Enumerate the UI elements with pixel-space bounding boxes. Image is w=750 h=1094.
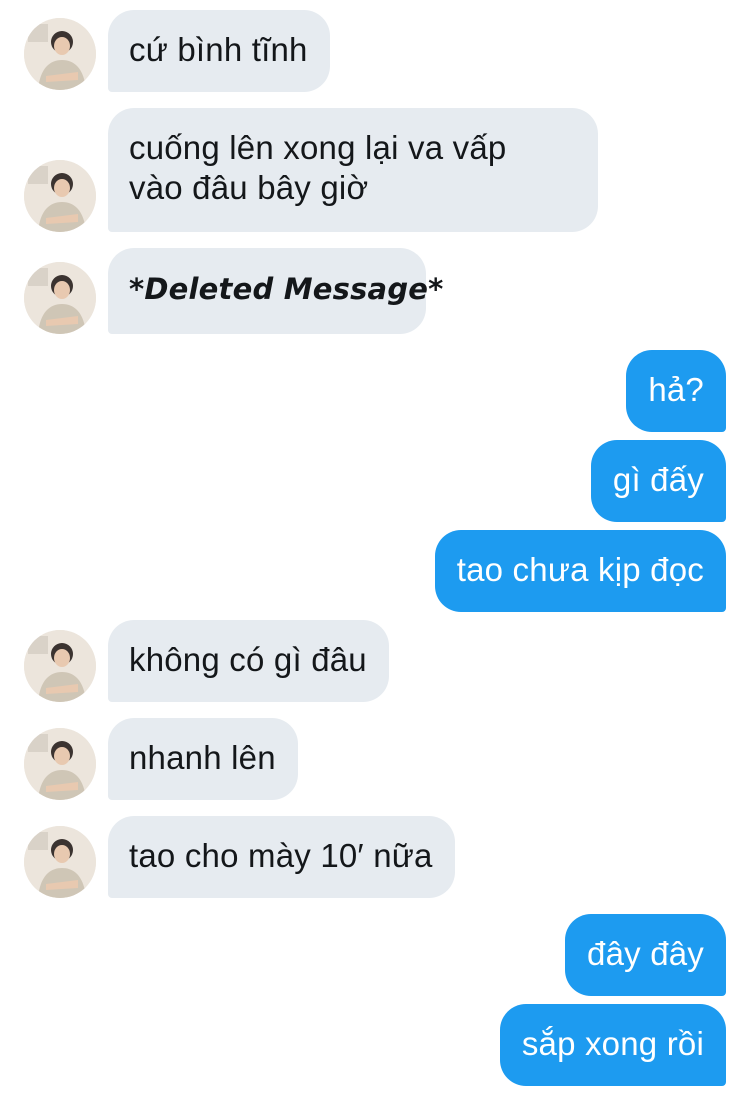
message-row: không có gì đâu: [0, 620, 750, 702]
avatar[interactable]: [24, 160, 96, 232]
deleted-message-bubble[interactable]: *Deleted Message*: [108, 248, 443, 334]
message-text: gì đấy: [612, 461, 704, 498]
outgoing-message-bubble[interactable]: sắp xong rồi: [499, 1004, 726, 1086]
message-row: tao cho mày 10′ nữa: [0, 816, 750, 898]
chat-thread: cứ bình tĩnh cuống lên xong lại va vấp v…: [0, 0, 750, 1094]
avatar-photo-icon: [24, 18, 96, 90]
avatar[interactable]: [24, 262, 96, 334]
avatar-photo-icon: [24, 826, 96, 898]
avatar[interactable]: [24, 826, 96, 898]
outgoing-message-bubble[interactable]: đây đây: [565, 914, 726, 996]
message-text: sắp xong rồi: [521, 1025, 704, 1062]
message-text: cứ bình tĩnh: [129, 31, 308, 68]
avatar-photo-icon: [24, 630, 96, 702]
message-row: gì đấy: [0, 440, 750, 522]
message-row: cuống lên xong lại va vấp vào đâu bây gi…: [0, 108, 750, 232]
deleted-message-text: *Deleted Message*: [129, 272, 444, 306]
avatar-photo-icon: [24, 262, 96, 334]
avatar[interactable]: [24, 728, 96, 800]
avatar-photo-icon: [24, 160, 96, 232]
message-row: sắp xong rồi: [0, 1004, 750, 1086]
incoming-message-bubble[interactable]: nhanh lên: [108, 718, 298, 800]
message-text: nhanh lên: [129, 739, 276, 776]
outgoing-message-bubble[interactable]: hả?: [626, 350, 726, 432]
message-row: đây đây: [0, 914, 750, 996]
avatar[interactable]: [24, 630, 96, 702]
message-row: *Deleted Message*: [0, 248, 750, 334]
message-text: hả?: [648, 371, 704, 408]
avatar[interactable]: [24, 18, 96, 90]
outgoing-message-bubble[interactable]: gì đấy: [590, 440, 726, 522]
message-row: cứ bình tĩnh: [0, 10, 750, 92]
message-text-line: cuống lên xong lại va vấp: [129, 129, 507, 166]
message-text: tao chưa kịp đọc: [456, 551, 704, 588]
avatar-photo-icon: [24, 728, 96, 800]
message-row: hả?: [0, 350, 750, 432]
message-text: không có gì đâu: [129, 641, 367, 678]
outgoing-message-bubble[interactable]: tao chưa kịp đọc: [434, 530, 726, 612]
message-row: tao chưa kịp đọc: [0, 530, 750, 612]
incoming-message-bubble[interactable]: cứ bình tĩnh: [108, 10, 330, 92]
incoming-message-bubble[interactable]: tao cho mày 10′ nữa: [108, 816, 455, 898]
message-text: đây đây: [587, 935, 704, 972]
message-text: tao cho mày 10′ nữa: [129, 837, 433, 874]
incoming-message-bubble[interactable]: cuống lên xong lại va vấp vào đâu bây gi…: [108, 108, 598, 232]
message-row: nhanh lên: [0, 718, 750, 800]
incoming-message-bubble[interactable]: không có gì đâu: [108, 620, 389, 702]
message-text-line: vào đâu bây giờ: [129, 169, 369, 206]
